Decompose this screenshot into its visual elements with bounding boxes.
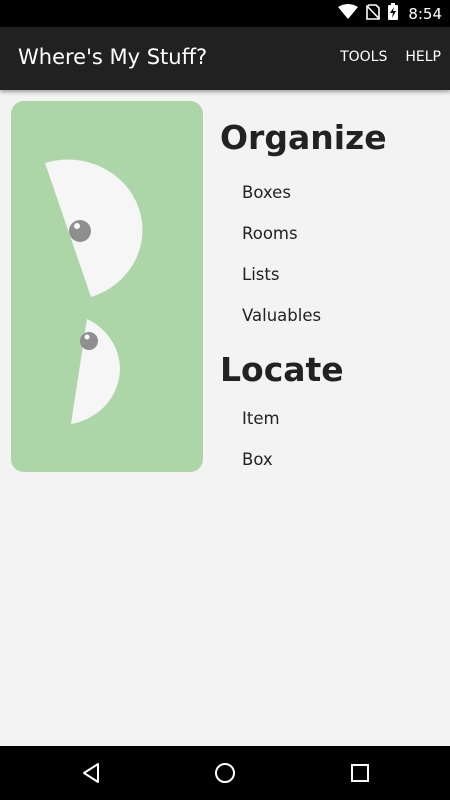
status-bar: 8:54 [0,0,450,27]
organize-heading: Organize [220,118,387,157]
menu-item-rooms[interactable]: Rooms [242,213,440,254]
locate-list: Item Box [220,398,440,480]
menu-item-valuables[interactable]: Valuables [242,295,440,336]
peeking-eyes-illustration [11,101,203,472]
tools-button[interactable]: TOOLS [340,49,387,65]
menu-item-box[interactable]: Box [242,439,440,480]
status-time: 8:54 [408,4,442,23]
menu-item-boxes[interactable]: Boxes [242,172,440,213]
back-icon[interactable] [76,758,106,788]
wifi-icon [338,3,359,24]
no-sim-icon [366,3,381,24]
home-icon[interactable] [210,758,240,788]
recents-icon[interactable] [345,758,375,788]
app-title: Where's My Stuff? [18,45,208,69]
help-button[interactable]: HELP [405,49,441,65]
app-actions: TOOLS HELP [340,49,441,65]
navigation-bar [0,746,450,800]
locate-heading: Locate [220,350,344,389]
battery-charging-icon [388,3,399,24]
status-icons: 8:54 [338,0,442,27]
peeking-eyes-graphic [45,159,143,424]
main-menu: Organize Boxes Rooms Lists Valuables Loc… [220,116,440,480]
organize-list: Boxes Rooms Lists Valuables [220,172,440,336]
menu-item-item[interactable]: Item [242,398,440,439]
menu-item-lists[interactable]: Lists [242,254,440,295]
app-bar: Where's My Stuff? TOOLS HELP [0,27,450,90]
